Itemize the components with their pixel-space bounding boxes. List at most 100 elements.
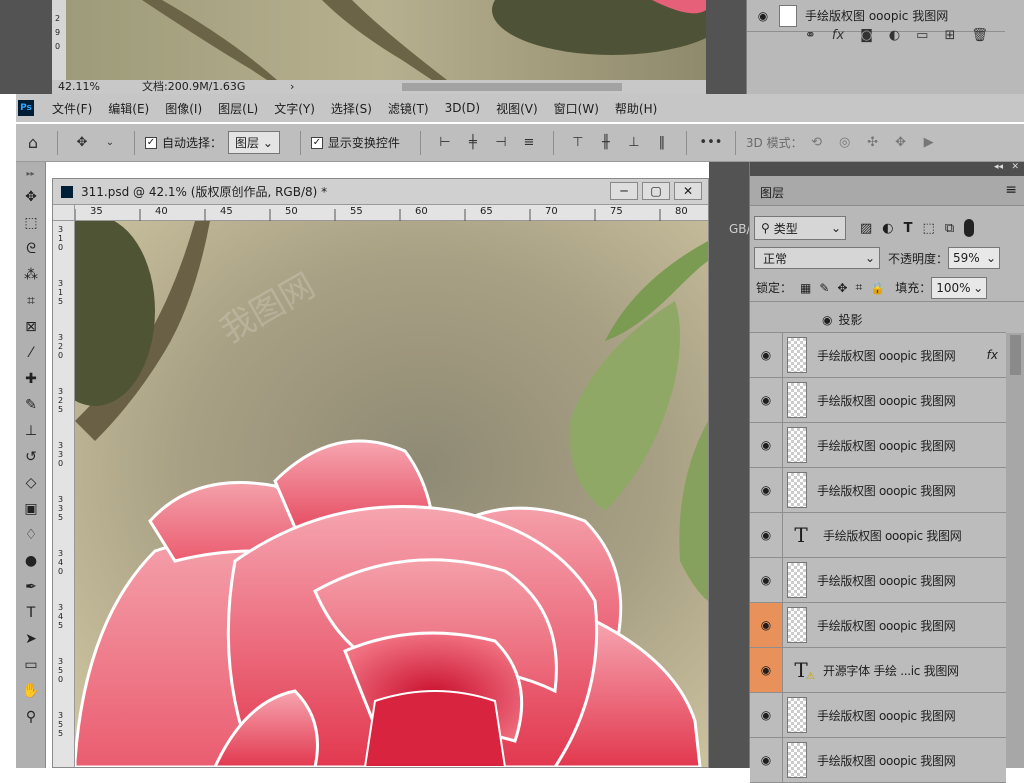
lock-position-icon[interactable]: ✥ bbox=[837, 281, 847, 295]
trash-icon[interactable]: 🗑 bbox=[971, 28, 988, 43]
menu-help[interactable]: 帮助(H) bbox=[607, 100, 665, 117]
blur-tool-icon[interactable]: ♢ bbox=[16, 522, 46, 548]
eye-icon[interactable]: ◉ bbox=[750, 378, 783, 422]
eye-icon[interactable]: ◉ bbox=[750, 423, 783, 467]
menu-window[interactable]: 窗口(W) bbox=[546, 100, 607, 117]
healing-brush-icon[interactable]: ✚ bbox=[16, 366, 46, 392]
vertical-ruler[interactable]: 3 1 0 3 1 5 3 2 0 3 2 5 3 3 0 3 3 5 3 4 … bbox=[53, 221, 75, 767]
layer-row[interactable]: ◉ 手绘版权图 ooopic 我图网 bbox=[750, 693, 1006, 738]
menu-layer[interactable]: 图层(L) bbox=[210, 100, 266, 117]
menu-3d[interactable]: 3D(D) bbox=[437, 101, 488, 115]
scrollbar-thumb[interactable] bbox=[1010, 335, 1021, 375]
menu-file[interactable]: 文件(F) bbox=[44, 100, 100, 117]
dodge-tool-icon[interactable]: ● bbox=[16, 548, 46, 574]
close-panel-icon[interactable]: ✕ bbox=[1011, 162, 1019, 172]
eye-icon[interactable]: ◉ bbox=[750, 333, 783, 377]
eyedropper-icon[interactable]: ⁄ bbox=[16, 340, 46, 366]
show-transform-checkbox[interactable]: ✓ bbox=[310, 136, 323, 149]
filter-adjustment-icon[interactable]: ◐ bbox=[882, 221, 893, 236]
lock-transparent-icon[interactable]: ▦ bbox=[800, 281, 811, 295]
lock-all-icon[interactable]: 🔒 bbox=[870, 281, 885, 295]
layer-row[interactable]: ◉ 手绘版权图 ooopic 我图网 bbox=[750, 378, 1006, 423]
lock-paint-icon[interactable]: ✎ bbox=[819, 281, 829, 295]
tab-layers[interactable]: 图层 bbox=[760, 184, 784, 201]
stamp-tool-icon[interactable]: ⊥ bbox=[16, 418, 46, 444]
layer-row[interactable]: ◉ 手绘版权图 ooopic 我图网 bbox=[750, 738, 1006, 783]
eye-icon[interactable]: ◉ bbox=[750, 603, 783, 647]
lock-artboard-icon[interactable]: ⌗ bbox=[855, 280, 862, 295]
horizontal-ruler[interactable]: 35 40 45 50 55 60 65 70 75 80 bbox=[75, 205, 708, 221]
eye-icon[interactable]: ◉ bbox=[750, 468, 783, 512]
marquee-tool-icon[interactable]: ⬚ bbox=[16, 210, 46, 236]
distribute-vertical-icon[interactable]: ‖ bbox=[653, 134, 671, 152]
chevron-down-icon[interactable]: ⌄ bbox=[101, 134, 119, 152]
magic-wand-icon[interactable]: ⁂ bbox=[16, 262, 46, 288]
align-left-icon[interactable]: ⊢ bbox=[436, 134, 454, 152]
menu-filter[interactable]: 滤镜(T) bbox=[380, 100, 437, 117]
move-tool-icon[interactable]: ✥ bbox=[73, 134, 91, 152]
eye-icon[interactable]: ◉ bbox=[750, 558, 783, 602]
menu-type[interactable]: 文字(Y) bbox=[266, 100, 323, 117]
shape-tool-icon[interactable]: ▭ bbox=[16, 652, 46, 678]
show-transform-option[interactable]: ✓ 显示变换控件 bbox=[310, 134, 400, 151]
horizontal-scrollbar-thumb[interactable] bbox=[402, 83, 622, 91]
distribute-icon[interactable]: ≡ bbox=[520, 134, 538, 152]
eye-icon[interactable]: ◉ bbox=[750, 513, 783, 557]
opacity-input[interactable]: 59% ⌄ bbox=[948, 247, 1001, 269]
crop-tool-icon[interactable]: ⌗ bbox=[16, 288, 46, 314]
menu-select[interactable]: 选择(S) bbox=[323, 100, 380, 117]
gradient-tool-icon[interactable]: ▣ bbox=[16, 496, 46, 522]
menu-image[interactable]: 图像(I) bbox=[157, 100, 210, 117]
home-icon[interactable]: ⌂ bbox=[24, 133, 42, 152]
filter-shape-icon[interactable]: ⬚ bbox=[923, 221, 935, 236]
more-options-icon[interactable]: ••• bbox=[699, 134, 722, 152]
filter-type-icon[interactable]: T bbox=[904, 221, 913, 236]
brush-tool-icon[interactable]: ✎ bbox=[16, 392, 46, 418]
adjustment-icon[interactable]: ◐ bbox=[889, 28, 900, 43]
align-hcenter-icon[interactable]: ╪ bbox=[464, 134, 482, 152]
align-top-icon[interactable]: ⊤ bbox=[569, 134, 587, 152]
filter-kind-dropdown[interactable]: ⚲ 类型 ⌄ bbox=[754, 216, 846, 240]
layers-scrollbar[interactable] bbox=[1006, 333, 1024, 768]
move-tool-icon[interactable]: ✥ bbox=[16, 184, 46, 210]
layer-row[interactable]: ◉ 手绘版权图 ooopic 我图网 fx bbox=[750, 333, 1006, 378]
align-bottom-icon[interactable]: ⊥ bbox=[625, 134, 643, 152]
layer-row[interactable]: ◉ 手绘版权图 ooopic 我图网 bbox=[750, 558, 1006, 603]
hand-tool-icon[interactable]: ✋ bbox=[16, 678, 46, 704]
layer-row[interactable]: ◉ T 手绘版权图 ooopic 我图网 bbox=[750, 513, 1006, 558]
panel-collapse-icon[interactable]: ▸▸ bbox=[16, 162, 45, 184]
zoom-readout[interactable]: 42.11% bbox=[58, 80, 100, 94]
ruler-origin[interactable] bbox=[53, 205, 75, 221]
layer-row-selected[interactable]: ◉ 手绘版权图 ooopic 我图网 bbox=[750, 603, 1006, 648]
status-arrow-icon[interactable]: › bbox=[290, 80, 294, 94]
maximize-button[interactable]: ▢ bbox=[642, 182, 670, 200]
eraser-tool-icon[interactable]: ◇ bbox=[16, 470, 46, 496]
eye-icon[interactable]: ◉ bbox=[747, 9, 779, 23]
folder-icon[interactable]: ▭ bbox=[916, 28, 928, 43]
eye-icon[interactable]: ◉ bbox=[750, 738, 783, 782]
new-layer-icon[interactable]: ⊞ bbox=[944, 28, 955, 43]
collapse-panels-icon[interactable]: ◂◂ bbox=[994, 162, 1003, 172]
history-brush-icon[interactable]: ↺ bbox=[16, 444, 46, 470]
auto-select-dropdown[interactable]: 图层 ⌄ bbox=[228, 131, 280, 154]
effect-visibility-icon[interactable]: ◉ bbox=[822, 313, 832, 327]
fx-icon[interactable]: fx bbox=[832, 28, 844, 43]
zoom-tool-icon[interactable]: ⚲ bbox=[16, 704, 46, 730]
path-select-icon[interactable]: ➤ bbox=[16, 626, 46, 652]
eye-icon[interactable]: ◉ bbox=[750, 693, 783, 737]
filter-pixel-icon[interactable]: ▨ bbox=[860, 221, 872, 236]
layer-row[interactable]: ◉ 手绘版权图 ooopic 我图网 bbox=[750, 423, 1006, 468]
type-tool-icon[interactable]: T bbox=[16, 600, 46, 626]
eye-icon[interactable]: ◉ bbox=[750, 648, 783, 692]
blend-mode-dropdown[interactable]: 正常 ⌄ bbox=[754, 247, 880, 269]
orbit-3d-icon[interactable]: ⟲ bbox=[808, 134, 826, 152]
layer-effect-row[interactable]: ◉ 投影 bbox=[750, 307, 1006, 333]
filter-smart-object-icon[interactable]: ⧉ bbox=[945, 221, 954, 236]
mask-icon[interactable]: ◙ bbox=[860, 28, 873, 43]
fx-icon[interactable]: fx bbox=[987, 348, 998, 362]
frame-tool-icon[interactable]: ⊠ bbox=[16, 314, 46, 340]
pen-tool-icon[interactable]: ✒ bbox=[16, 574, 46, 600]
close-button[interactable]: ✕ bbox=[674, 182, 702, 200]
auto-select-checkbox[interactable]: ✓ bbox=[145, 136, 157, 149]
fill-input[interactable]: 100% ⌄ bbox=[931, 276, 988, 299]
